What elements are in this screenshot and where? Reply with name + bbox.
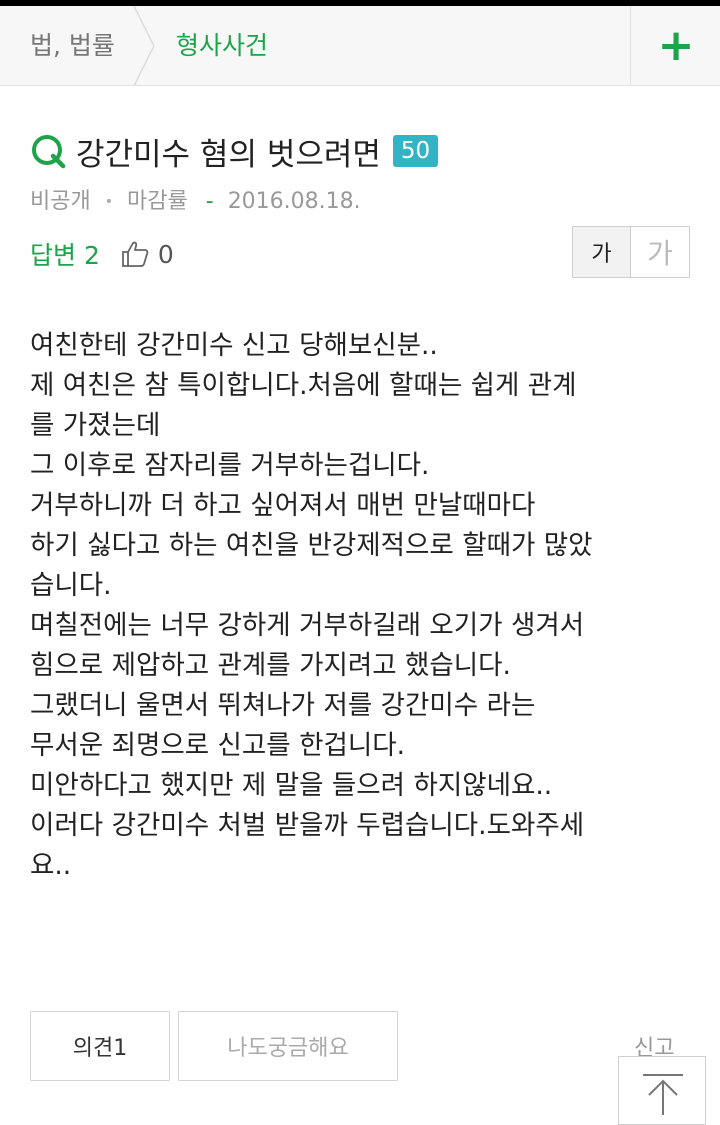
plus-icon: + bbox=[657, 20, 695, 71]
font-size-small-button[interactable]: 가 bbox=[573, 227, 631, 277]
body-line: 그랬더니 울면서 뛰쳐나가 저를 강간미수 라는 bbox=[30, 690, 536, 721]
separator-dot: • bbox=[104, 194, 113, 210]
answer-stats: 답변 2 0 bbox=[30, 236, 174, 272]
close-rate-value: - bbox=[205, 189, 214, 214]
close-rate-label: 마감률 bbox=[127, 189, 188, 214]
font-size-toggle: 가 가 bbox=[572, 226, 690, 278]
q-icon bbox=[32, 135, 66, 169]
add-button[interactable]: + bbox=[630, 6, 720, 86]
body-line: 힘으로 제압하고 관계를 가지려고 했습니다. bbox=[30, 650, 511, 681]
thumb-up-icon[interactable] bbox=[120, 239, 150, 269]
body-line: 거부하니까 더 하고 싶어져서 매번 만날때마다 bbox=[30, 490, 536, 521]
body-line: 미안하다고 했지만 제 말을 들으려 하지않네요.. bbox=[30, 770, 553, 801]
body-line: 를 가졌는데 bbox=[30, 410, 161, 441]
body-line: 이러다 강간미수 처벌 받을까 두렵습니다.도와주세 bbox=[30, 810, 585, 841]
body-line: 하기 싫다고 하는 여친을 반강제적으로 할때가 많았 bbox=[30, 530, 593, 561]
opinion-button[interactable]: 의견1 bbox=[30, 1011, 170, 1081]
question-title: 강간미수 혐의 벗으려면 bbox=[76, 136, 381, 173]
me-too-curious-button[interactable]: 나도궁금해요 bbox=[178, 1011, 398, 1081]
breadcrumb-category[interactable]: 법, 법률 bbox=[30, 26, 115, 62]
font-size-large-button[interactable]: 가 bbox=[631, 227, 689, 277]
arrow-up-icon bbox=[643, 1074, 683, 1115]
scroll-top-button[interactable] bbox=[618, 1056, 706, 1125]
body-line: 습니다. bbox=[30, 570, 112, 601]
body-line: 요.. bbox=[30, 850, 72, 881]
breadcrumb-subcategory[interactable]: 형사사건 bbox=[176, 26, 268, 62]
body-line: 무서운 죄명으로 신고를 한겁니다. bbox=[30, 730, 406, 761]
question-date: 2016.08.18. bbox=[227, 189, 361, 214]
body-line: 제 여친은 참 특이합니다.처음에 할때는 쉽게 관계 bbox=[30, 370, 577, 401]
author-label: 비공개 bbox=[30, 189, 91, 214]
body-line: 그 이후로 잠자리를 거부하는겁니다. bbox=[30, 450, 430, 481]
breadcrumb: 법, 법률 형사사건 + bbox=[0, 6, 720, 86]
chevron-right-icon bbox=[133, 6, 155, 86]
question-body: 여친한테 강간미수 신고 당해보신분.. 제 여친은 참 특이합니다.처음에 할… bbox=[30, 326, 690, 886]
body-line: 며칠전에는 너무 강하게 거부하길래 오기가 생겨서 bbox=[30, 610, 585, 641]
points-badge: 50 bbox=[392, 135, 439, 167]
question-title-row: 강간미수 혐의 벗으려면 50 bbox=[30, 127, 439, 175]
like-count: 0 bbox=[157, 239, 174, 269]
answers-count[interactable]: 답변 2 bbox=[30, 236, 100, 272]
body-line: 여친한테 강간미수 신고 당해보신분.. bbox=[30, 330, 438, 361]
question-meta: 비공개 • 마감률 -2016.08.18. bbox=[30, 183, 361, 215]
